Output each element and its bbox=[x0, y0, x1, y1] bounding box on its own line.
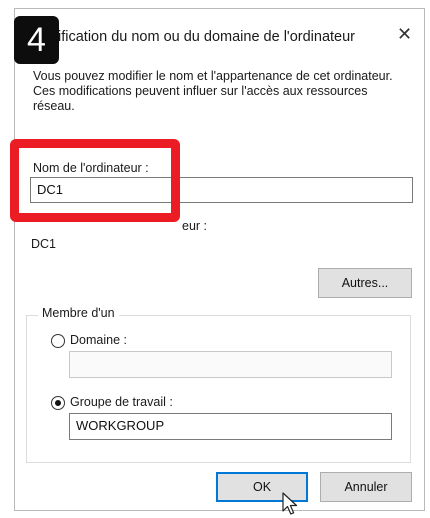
full-name-value: DC1 bbox=[31, 237, 57, 251]
domain-label: Domaine : bbox=[70, 333, 127, 347]
cancel-button[interactable]: Annuler bbox=[320, 472, 412, 502]
more-button[interactable]: Autres... bbox=[318, 268, 412, 298]
workgroup-label: Groupe de travail : bbox=[70, 395, 173, 409]
dialog-description: Vous pouvez modifier le nom et l'apparte… bbox=[33, 69, 393, 113]
workgroup-radio[interactable] bbox=[51, 396, 65, 410]
member-of-legend: Membre d'un bbox=[38, 306, 119, 320]
highlight-box bbox=[10, 139, 180, 222]
workgroup-input[interactable]: WORKGROUP bbox=[69, 413, 392, 440]
domain-input[interactable] bbox=[69, 351, 392, 378]
full-name-label: eur : bbox=[182, 219, 208, 233]
domain-radio[interactable] bbox=[51, 334, 65, 348]
close-icon[interactable]: ✕ bbox=[397, 24, 412, 44]
step-number-badge: 4 bbox=[14, 16, 59, 64]
mouse-cursor-icon bbox=[282, 492, 298, 515]
dialog-title: ification du nom ou du domaine de l'ordi… bbox=[58, 29, 355, 45]
